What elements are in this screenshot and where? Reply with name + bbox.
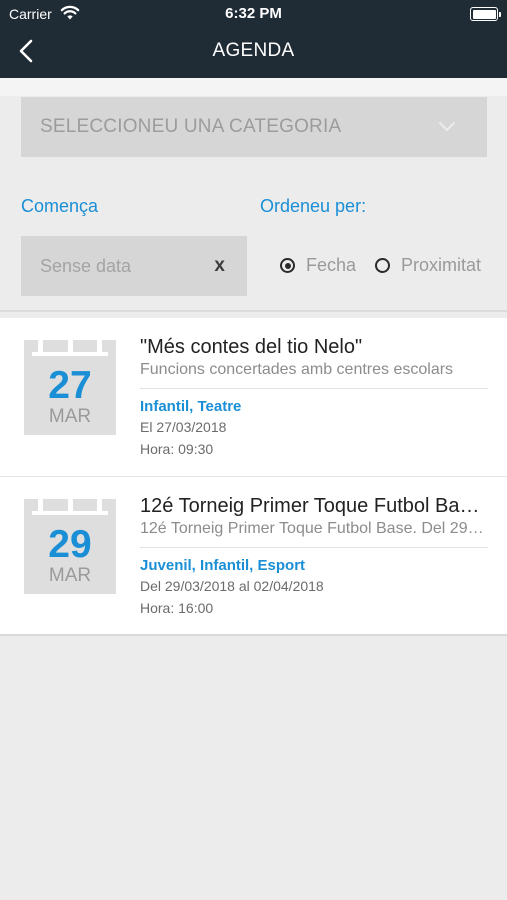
event-tags: Juvenil, Infantil, Esport — [140, 557, 306, 574]
event-day: 27 — [48, 364, 92, 407]
event-day: 29 — [48, 523, 92, 566]
event-month: MAR — [48, 565, 92, 586]
clear-date-button[interactable]: x — [214, 255, 225, 277]
filters-divider — [0, 310, 507, 312]
event-subtitle: 12é Torneig Primer Toque Futbol Base. De… — [140, 520, 485, 537]
start-date-field[interactable]: Sense data x — [21, 236, 247, 296]
chevron-down-icon — [439, 122, 455, 131]
calendar-ring — [97, 499, 102, 512]
calendar-ring — [68, 499, 73, 512]
event-list: 27 MAR "Més contes del tio Nelo" Funcion… — [0, 318, 507, 636]
calendar-ring — [97, 340, 102, 353]
event-month: MAR — [48, 406, 92, 427]
event-card[interactable]: 29 MAR 12é Torneig Primer Toque Futbol B… — [0, 477, 507, 636]
sort-option-label: Proximitat — [401, 255, 482, 275]
event-time: Hora: 09:30 — [140, 441, 214, 457]
filters-panel: SELECCIONEU UNA CATEGORIA Comença Ordene… — [0, 78, 507, 312]
date-placeholder: Sense data — [40, 256, 132, 276]
event-card[interactable]: 27 MAR "Més contes del tio Nelo" Funcion… — [0, 318, 507, 477]
navigation-header: Carrier 6:32 PM AGENDA — [0, 0, 507, 78]
category-placeholder: SELECCIONEU UNA CATEGORIA — [40, 116, 342, 137]
event-tags: Infantil, Teatre — [140, 398, 242, 415]
calendar-date-icon: 29 MAR — [24, 499, 116, 594]
status-bar: Carrier 6:32 PM — [0, 0, 507, 28]
event-date: Del 29/03/2018 al 02/04/2018 — [140, 578, 324, 594]
radio-selected-icon — [280, 258, 295, 273]
event-time: Hora: 16:00 — [140, 600, 214, 616]
event-divider — [140, 388, 488, 389]
calendar-date-icon: 27 MAR — [24, 340, 116, 435]
radio-unselected-icon — [375, 258, 390, 273]
event-date: El 27/03/2018 — [140, 419, 227, 435]
calendar-ring — [38, 499, 43, 512]
order-by-label: Ordeneu per: — [260, 196, 367, 216]
event-title: 12é Torneig Primer Toque Futbol Base. — [140, 495, 485, 517]
category-select[interactable]: SELECCIONEU UNA CATEGORIA — [21, 97, 487, 157]
status-time: 6:32 PM — [225, 5, 282, 22]
event-title: "Més contes del tio Nelo" — [140, 336, 363, 358]
event-divider — [140, 547, 488, 548]
calendar-ring — [68, 340, 73, 353]
battery-icon — [470, 7, 501, 21]
sort-option-label: Fecha — [306, 255, 357, 275]
calendar-ring — [38, 340, 43, 353]
start-date-label: Comença — [21, 196, 99, 216]
event-subtitle: Funcions concertades amb centres escolar… — [140, 361, 454, 378]
page-title: AGENDA — [212, 40, 295, 61]
